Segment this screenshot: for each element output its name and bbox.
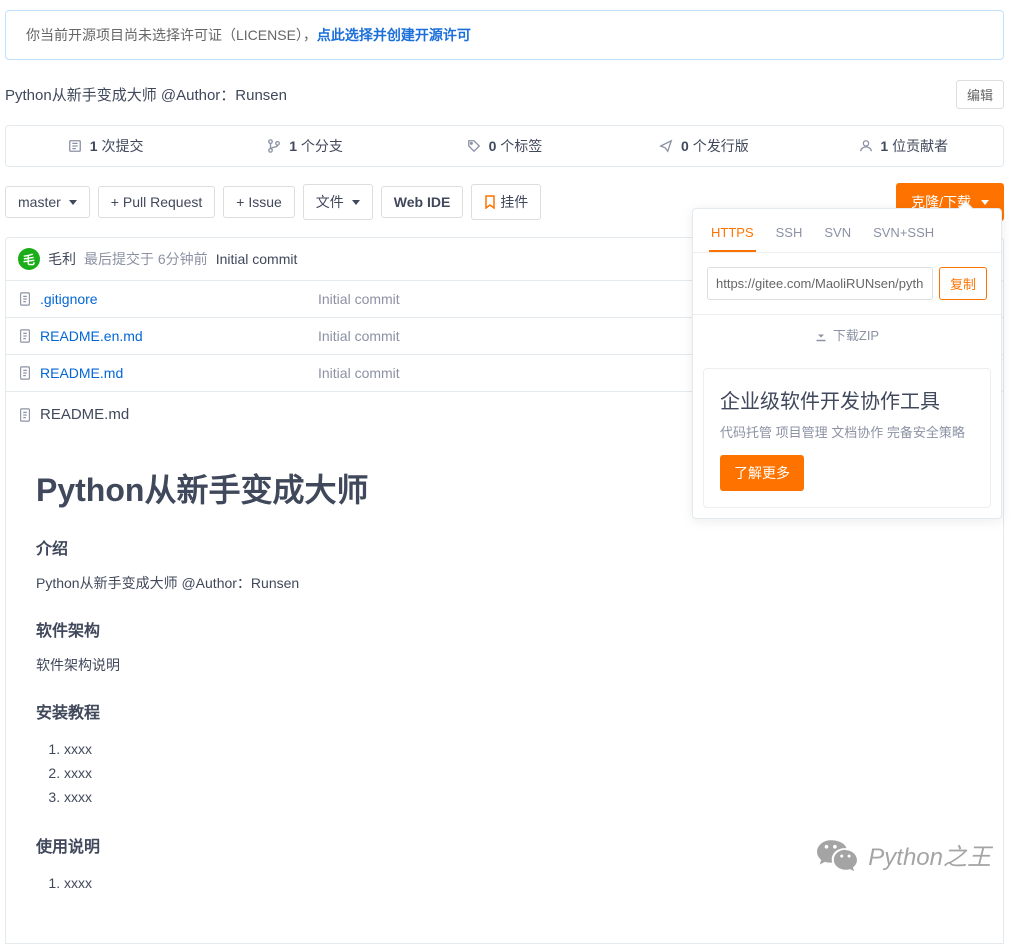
- stat-branches-num: 1: [289, 138, 297, 154]
- file-link[interactable]: .gitignore: [40, 291, 98, 307]
- branch-icon: [267, 139, 281, 153]
- stat-contributors[interactable]: 1 位贡献者: [804, 126, 1003, 166]
- stat-tags[interactable]: 0 个标签: [405, 126, 604, 166]
- commit-icon: [68, 139, 82, 153]
- license-banner[interactable]: 你当前开源项目尚未选择许可证（LICENSE），点此选择并创建开源许可: [5, 10, 1004, 60]
- list-item: xxxx: [64, 785, 973, 809]
- section-body: Python从新手变成大师 @Author：Runsen: [36, 573, 973, 593]
- stat-commits[interactable]: 1 次提交: [6, 126, 205, 166]
- section-title: 软件架构: [36, 617, 973, 641]
- pendant-button[interactable]: 挂件: [471, 184, 541, 220]
- file-link[interactable]: README.md: [40, 365, 123, 381]
- repo-description: Python从新手变成大师 @Author：Runsen: [5, 84, 287, 105]
- commit-message[interactable]: Initial commit: [216, 251, 298, 267]
- license-action-link[interactable]: 点此选择并创建开源许可: [317, 27, 471, 43]
- file-icon: [18, 408, 32, 422]
- file-icon: [18, 366, 32, 380]
- install-list: xxxx xxxx xxxx: [64, 737, 973, 809]
- stat-branches[interactable]: 1 个分支: [205, 126, 404, 166]
- readme-filename: README.md: [40, 406, 129, 423]
- clone-tabs: HTTPS SSH SVN SVN+SSH: [693, 209, 1001, 253]
- tag-icon: [467, 139, 481, 153]
- section-title: 介绍: [36, 535, 973, 559]
- usage-list: xxxx: [64, 871, 973, 895]
- promo-button[interactable]: 了解更多: [720, 455, 804, 491]
- avatar[interactable]: 毛: [18, 248, 40, 270]
- pull-request-button[interactable]: + Pull Request: [98, 186, 215, 218]
- tab-svn-ssh[interactable]: SVN+SSH: [871, 219, 936, 252]
- copy-button[interactable]: 复制: [939, 267, 987, 300]
- stats-bar: 1 次提交 1 个分支 0 个标签 0 个发行版 1 位贡献者: [5, 125, 1004, 167]
- file-link[interactable]: README.en.md: [40, 328, 143, 344]
- clone-url-input[interactable]: [707, 267, 933, 300]
- section-body: 软件架构说明: [36, 655, 973, 675]
- stat-releases[interactable]: 0 个发行版: [604, 126, 803, 166]
- branch-selector[interactable]: master: [5, 186, 90, 218]
- stat-releases-label: 个发行版: [689, 138, 749, 154]
- list-item: xxxx: [64, 737, 973, 761]
- stat-contributors-label: 位贡献者: [888, 138, 948, 154]
- web-ide-button[interactable]: Web IDE: [381, 186, 464, 218]
- repo-header: Python从新手变成大师 @Author：Runsen 编辑: [5, 80, 1004, 109]
- section-title: 安装教程: [36, 699, 973, 723]
- stat-commits-label: 次提交: [98, 138, 144, 154]
- file-icon: [18, 292, 32, 306]
- list-item: xxxx: [64, 871, 973, 895]
- stat-commits-num: 1: [90, 138, 98, 154]
- stat-tags-label: 个标签: [496, 138, 542, 154]
- tab-ssh[interactable]: SSH: [774, 219, 805, 252]
- commit-meta: 最后提交于 6分钟前: [84, 249, 208, 269]
- download-icon: [815, 330, 827, 342]
- files-dropdown[interactable]: 文件: [303, 184, 373, 220]
- issue-button[interactable]: + Issue: [223, 186, 295, 218]
- contributor-icon: [859, 139, 873, 153]
- commit-author[interactable]: 毛利: [48, 249, 76, 269]
- file-icon: [18, 329, 32, 343]
- caret-down-icon: [981, 200, 989, 205]
- clone-popup: HTTPS SSH SVN SVN+SSH 复制 下载ZIP 企业级软件开发协作…: [692, 208, 1002, 519]
- download-zip-button[interactable]: 下载ZIP: [693, 314, 1001, 358]
- edit-button[interactable]: 编辑: [956, 80, 1004, 109]
- stat-releases-num: 0: [681, 138, 689, 154]
- bookmark-icon: [484, 195, 496, 209]
- license-prefix: 你当前开源项目尚未选择许可证（LICENSE），: [26, 27, 317, 43]
- caret-down-icon: [69, 200, 77, 205]
- tab-https[interactable]: HTTPS: [709, 219, 756, 252]
- section-title: 使用说明: [36, 833, 973, 857]
- release-icon: [659, 139, 673, 153]
- stat-branches-label: 个分支: [297, 138, 343, 154]
- promo-card: 企业级软件开发协作工具 代码托管 项目管理 文档协作 完备安全策略 了解更多: [703, 368, 991, 508]
- promo-subtitle: 代码托管 项目管理 文档协作 完备安全策略: [720, 422, 974, 441]
- list-item: xxxx: [64, 761, 973, 785]
- tab-svn[interactable]: SVN: [822, 219, 853, 252]
- promo-title: 企业级软件开发协作工具: [720, 385, 974, 414]
- caret-down-icon: [352, 200, 360, 205]
